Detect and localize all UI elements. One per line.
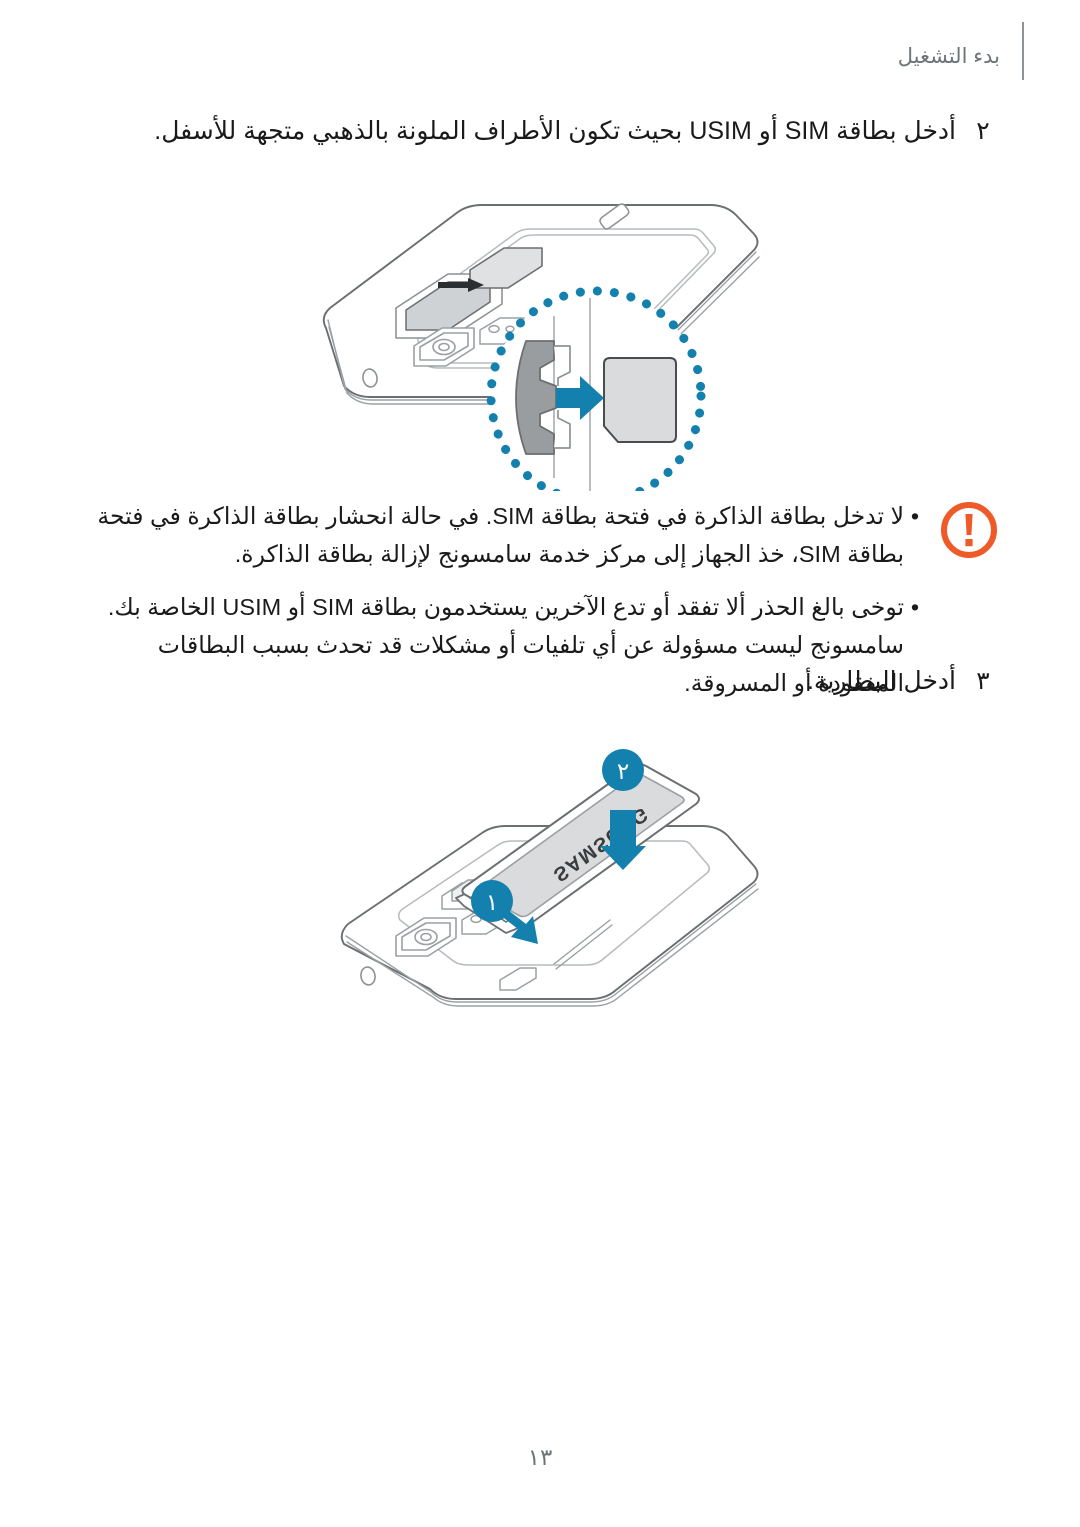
warning-exclamation-icon [938,499,1000,561]
step-text: أدخل البطارية. [806,667,956,695]
list-item: • لا تدخل بطاقة الذاكرة في فتحة بطاقة SI… [80,497,926,573]
step-text: أدخل بطاقة SIM أو USIM بحيث تكون الأطراف… [154,117,956,145]
step-item-2: ٢ أدخل بطاقة SIM أو USIM بحيث تكون الأطر… [80,112,1000,150]
notice-item-text: لا تدخل بطاقة الذاكرة في فتحة بطاقة SIM.… [97,503,904,568]
step-number: ٢ [976,117,990,145]
callout-badge-2-label: ٢ [617,758,629,784]
page-number: ١٣ [527,1444,553,1470]
bullet-marker: • [910,503,920,529]
page-header-title: بدء التشغيل [897,44,1000,68]
step-item-3: ٣ أدخل البطارية. [80,662,1000,700]
header-divider-rule [1022,22,1024,80]
battery-insertion-diagram: SAMSUNG ٢ ١ [330,738,770,1028]
bullet-marker: • [910,594,920,621]
jack-hole [360,966,376,986]
callout-badge-1-label: ١ [486,889,498,915]
sim-card-insertion-diagram [318,186,768,491]
step-number: ٣ [976,667,990,695]
page-header: بدء التشغيل [0,22,1080,80]
